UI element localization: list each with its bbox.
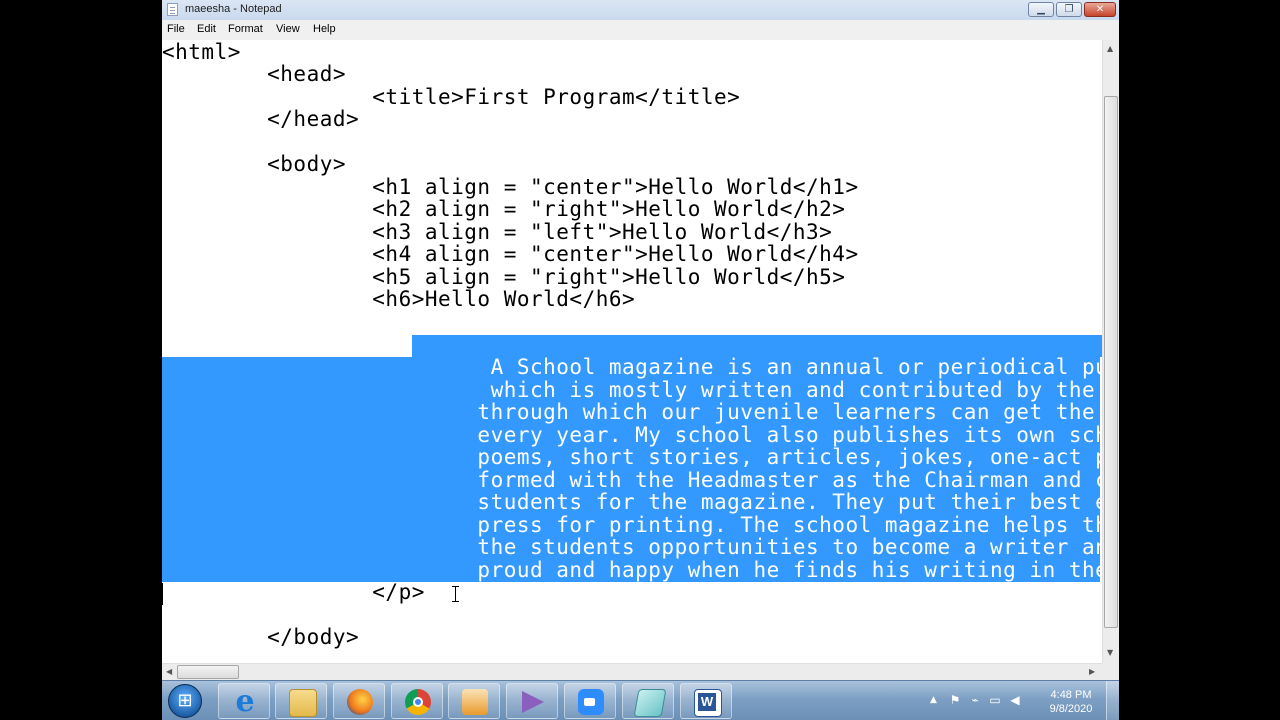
clock-time: 4:48 PM [1050,689,1092,701]
code-line-selected: press for printing. The school magazine … [162,513,1102,537]
text-caret [162,583,163,605]
taskbar-internet-explorer[interactable]: e [218,683,270,719]
text-editor[interactable]: <html> <head> <title>First Program</titl… [162,40,1102,663]
maximize-button[interactable]: ❐ [1056,2,1082,17]
taskbar-zoom[interactable] [564,683,616,719]
power-icon[interactable]: ⌁ [968,693,982,707]
restore-icon: ❐ [1064,4,1074,15]
scroll-right-icon[interactable]: ▶ [1089,667,1095,676]
menu-file[interactable]: File [167,23,185,35]
code-line-selected: proud and happy when he finds his writin… [162,558,1102,582]
code-line-selected: the students opportunities to become a w… [162,535,1102,559]
close-icon: ✕ [1095,4,1105,15]
taskbar-notepad[interactable] [622,683,674,719]
start-button[interactable] [168,684,202,718]
clock-date: 9/8/2020 [1049,703,1093,715]
folder-icon [289,689,317,717]
scroll-down-icon[interactable]: ▼ [1107,648,1113,657]
menu-help[interactable]: Help [313,23,336,35]
volume-icon[interactable]: ◀ [1008,693,1022,707]
code-line: <body> [162,152,347,176]
menu-bar: File Edit Format View Help [162,20,1119,40]
menu-edit[interactable]: Edit [197,23,216,35]
close-button[interactable]: ✕ [1084,2,1116,17]
code-line: <h2 align = "right">Hello World</h2> [162,197,846,221]
scroll-up-icon[interactable]: ▲ [1107,44,1113,53]
code-line-selected: formed with the Headmaster as the Chairm… [162,468,1102,492]
code-line: </head> [162,107,360,131]
code-line: <title>First Program</title> [162,85,741,109]
internet-explorer-icon: e [235,684,255,719]
code-line-selected: poems, short stories, articles, jokes, o… [162,445,1102,469]
title-bar[interactable]: maeesha - Notepad ▁ ❐ ✕ [162,0,1119,21]
firefox-icon [347,689,373,715]
code-line-selected: which is mostly written and contributed … [162,378,1102,402]
system-clock[interactable]: 4:48 PM 9/8/2020 [1042,688,1100,716]
zoom-icon [578,689,604,715]
code-line-selected: <p> [162,333,412,357]
code-line-selected: A School magazine is an annual or period… [162,355,1102,379]
code-line: <h4 align = "center">Hello World</h4> [162,242,859,266]
show-desktop-button[interactable] [1106,681,1119,720]
taskbar: e ▲ ⚑ ⌁ ▭ ◀ 4:48 PM 9/8/2020 [162,680,1119,720]
display-icon[interactable]: ▭ [988,693,1002,707]
notepad-icon [633,689,667,717]
notepad-icon[interactable] [167,3,178,16]
taskbar-word[interactable] [680,683,732,719]
code-line-selected: every year. My school also publishes its… [162,423,1102,447]
notepad-window: maeesha - Notepad ▁ ❐ ✕ File Edit Format… [162,0,1119,720]
network-flag-icon[interactable]: ⚑ [948,693,962,707]
chrome-icon [405,689,431,715]
code-line: <html> [162,40,241,64]
taskbar-explorer[interactable] [275,683,327,719]
code-line: <h6>Hello World</h6> [162,287,636,311]
code-line: <head> [162,62,347,86]
code-line-selected: through which our juvenile learners can … [162,400,1102,424]
show-hidden-icons-icon[interactable]: ▲ [930,695,937,705]
code-line: <h1 align = "center">Hello World</h1> [162,175,859,199]
code-line: <h3 align = "left">Hello World</h3> [162,220,833,244]
taskbar-visual-studio[interactable] [506,683,558,719]
selection-highlight [412,335,1102,357]
horizontal-scrollbar[interactable]: ◀ ▶ [162,663,1102,680]
word-icon [694,689,722,717]
horizontal-scroll-thumb[interactable] [177,665,239,679]
window-title: maeesha - Notepad [185,3,282,15]
code-line: </p> [162,580,425,604]
taskbar-media-player[interactable] [448,683,500,719]
code-line: <h5 align = "right">Hello World</h5> [162,265,846,289]
minimize-icon: ▁ [1037,4,1045,15]
ibeam-cursor-icon [452,586,459,602]
minimize-button[interactable]: ▁ [1028,2,1054,17]
menu-view[interactable]: View [276,23,300,35]
code-line-selected: students for the magazine. They put thei… [162,490,1102,514]
visual-studio-icon [520,689,546,715]
taskbar-chrome[interactable] [391,683,443,719]
menu-format[interactable]: Format [228,23,263,35]
code-line: </body> [162,625,360,649]
vertical-scroll-thumb[interactable] [1104,96,1118,628]
scroll-left-icon[interactable]: ◀ [166,667,172,676]
vertical-scrollbar[interactable]: ▲ ▼ [1102,40,1119,663]
scrollbar-corner [1102,663,1119,680]
taskbar-firefox[interactable] [333,683,385,719]
media-player-icon [462,689,488,715]
